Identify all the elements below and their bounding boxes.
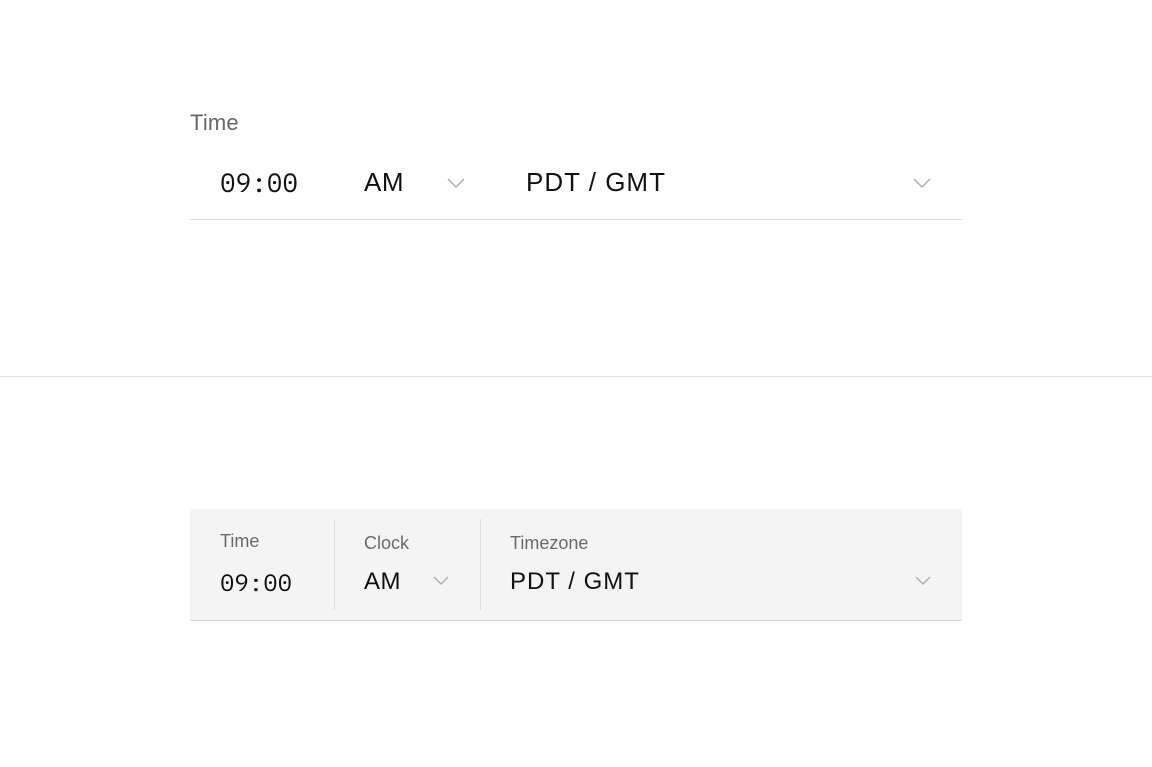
time-label: Time xyxy=(190,110,962,136)
ampm-value: AM xyxy=(364,167,404,198)
time-value: 09:00 xyxy=(220,166,298,200)
time-column-label: Time xyxy=(220,531,304,552)
timezone-value: PDT / GMT xyxy=(526,167,666,198)
clock-column-label: Clock xyxy=(364,533,450,554)
ampm-select[interactable]: AM xyxy=(334,164,496,220)
timezone-value: PDT / GMT xyxy=(510,568,640,596)
time-fields-row: 09:00 AM PDT / GMT xyxy=(190,164,962,220)
chevron-down-icon xyxy=(432,573,450,591)
ampm-value: AM xyxy=(364,568,401,596)
time-input[interactable]: Time 09:00 xyxy=(190,509,334,620)
chevron-down-icon xyxy=(912,177,932,189)
chevron-down-icon xyxy=(914,573,932,591)
time-input[interactable]: 09:00 xyxy=(190,164,334,220)
time-picker-card: Time 09:00 Clock AM Timezone PDT / GMT xyxy=(190,509,962,621)
timezone-select[interactable]: PDT / GMT xyxy=(496,164,962,220)
timezone-select[interactable]: Timezone PDT / GMT xyxy=(480,509,962,620)
ampm-select[interactable]: Clock AM xyxy=(334,509,480,620)
timezone-column-label: Timezone xyxy=(510,533,932,554)
time-value: 09:00 xyxy=(220,566,292,598)
chevron-down-icon xyxy=(446,177,466,189)
time-picker-labeled: Time 09:00 Clock AM Timezone PDT / GMT xyxy=(0,377,1152,621)
time-picker-basic: Time 09:00 AM PDT / GMT xyxy=(0,0,1152,220)
